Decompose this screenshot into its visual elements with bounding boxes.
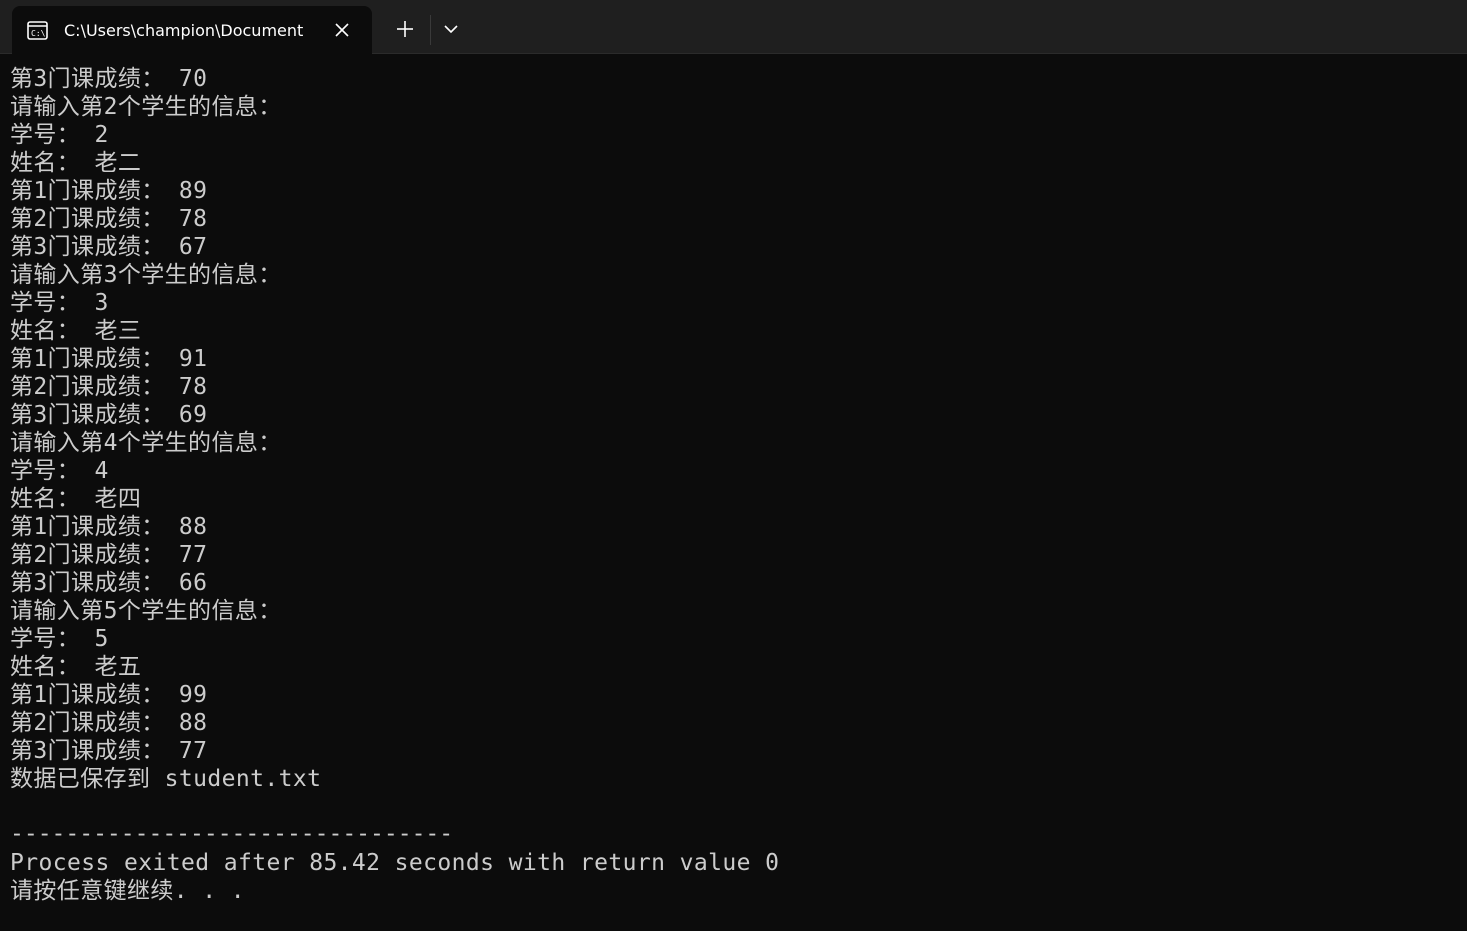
tab-title: C:\Users\champion\Document — [64, 20, 304, 40]
console-line: 姓名： 老五 — [10, 654, 142, 680]
console-line: 学号： 3 — [10, 290, 109, 316]
console-line: 第2门课成绩： 77 — [10, 542, 208, 568]
new-tab-button[interactable] — [392, 16, 418, 42]
plus-icon — [397, 21, 413, 37]
console-line: 姓名： 老四 — [10, 486, 142, 512]
tab-separator — [430, 15, 431, 45]
console-line: 请输入第4个学生的信息： — [10, 430, 282, 456]
svg-text:C:\: C:\ — [31, 29, 46, 38]
console-line: 第3门课成绩： 66 — [10, 570, 208, 596]
console-line: 第1门课成绩： 91 — [10, 346, 208, 372]
console-line: 第1门课成绩： 88 — [10, 514, 208, 540]
console-line: 姓名： 老二 — [10, 150, 142, 176]
console-line: 第3门课成绩： 70 — [10, 66, 208, 92]
tab-bar: C:\ C:\Users\champion\Document — [0, 0, 1467, 54]
console-line: 请输入第5个学生的信息： — [10, 598, 282, 624]
console-line: 第2门课成绩： 78 — [10, 374, 208, 400]
console-output[interactable]: 第3门课成绩： 70 请输入第2个学生的信息： 学号： 2 姓名： 老二 第1门… — [10, 65, 1450, 915]
console-line: 第2门课成绩： 88 — [10, 710, 208, 736]
console-line: 请输入第2个学生的信息： — [10, 94, 282, 120]
console-line: 第2门课成绩： 78 — [10, 206, 208, 232]
console-line: 学号： 5 — [10, 626, 109, 652]
console-line: 学号： 4 — [10, 458, 109, 484]
console-line: 数据已保存到 student.txt — [10, 766, 322, 792]
terminal-window: C:\ C:\Users\champion\Document 第3门课成绩： 7… — [0, 0, 1467, 931]
console-line: 第3门课成绩： 77 — [10, 738, 208, 764]
chevron-down-icon — [444, 24, 458, 33]
tab-dropdown-button[interactable] — [438, 18, 464, 40]
console-separator-line: -------------------------------- — [10, 821, 454, 847]
console-line: 请按任意键继续. . . — [10, 878, 246, 904]
tab-console[interactable]: C:\ C:\Users\champion\Document — [12, 6, 372, 54]
console-line: 第3门课成绩： 67 — [10, 234, 208, 260]
console-line: 第1门课成绩： 99 — [10, 682, 208, 708]
terminal-icon: C:\ — [27, 20, 48, 40]
console-line: 请输入第3个学生的信息： — [10, 262, 282, 288]
close-icon[interactable] — [332, 20, 352, 40]
console-line: 第1门课成绩： 89 — [10, 178, 208, 204]
console-line: Process exited after 85.42 seconds with … — [10, 850, 780, 876]
console-line: 第3门课成绩： 69 — [10, 402, 208, 428]
console-line: 姓名： 老三 — [10, 318, 142, 344]
console-line: 学号： 2 — [10, 122, 109, 148]
